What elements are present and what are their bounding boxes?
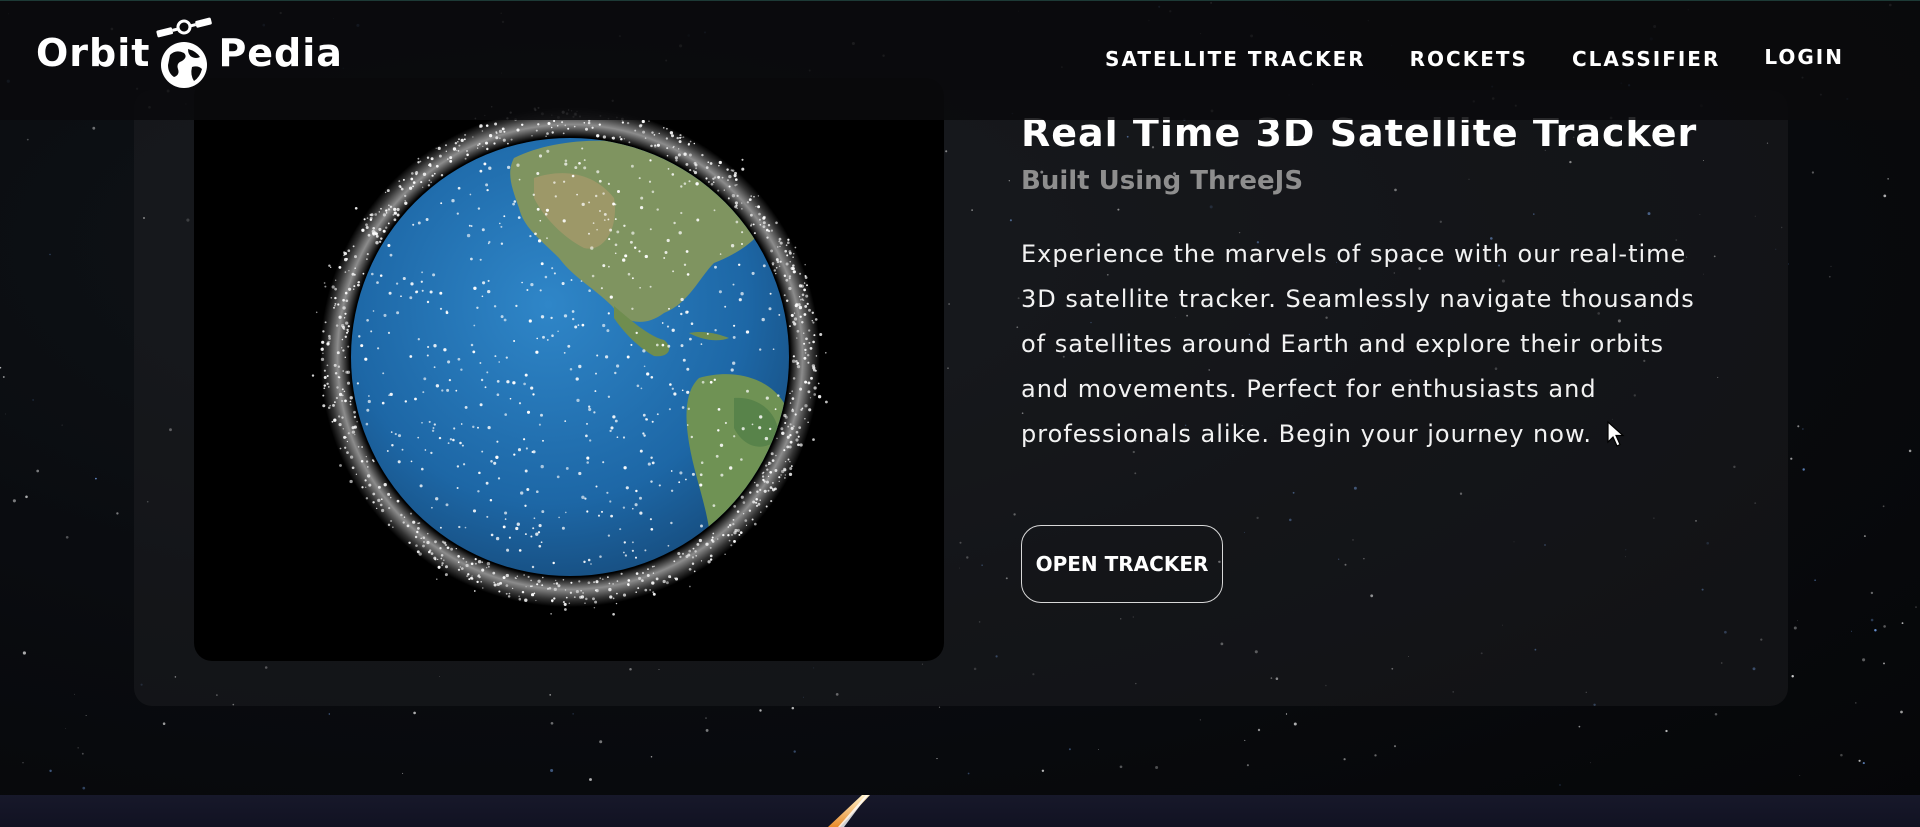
site-header: Orbit Pedia SATELLITE TRACKER ROCKETS CL… [0, 0, 1920, 120]
main-nav: SATELLITE TRACKER ROCKETS CLASSIFIER LOG… [1105, 45, 1844, 71]
nav-classifier[interactable]: CLASSIFIER [1572, 47, 1720, 71]
logo[interactable]: Orbit Pedia [36, 15, 343, 91]
earth-globe-visual [311, 99, 828, 616]
satellite-globe-icon [156, 17, 213, 88]
hero-subtitle: Built Using ThreeJS [1021, 166, 1304, 196]
nav-login[interactable]: LOGIN [1764, 45, 1844, 69]
hero-text: Real Time 3D Satellite Tracker Built Usi… [1021, 108, 1721, 603]
nav-satellite-tracker[interactable]: SATELLITE TRACKER [1105, 47, 1366, 71]
logo-text-orbit: Orbit [36, 31, 151, 75]
next-section-preview [0, 795, 1920, 827]
hero-description: Experience the marvels of space with our… [1021, 240, 1695, 448]
mouse-cursor-icon [1607, 420, 1625, 447]
page: Orbit Pedia SATELLITE TRACKER ROCKETS CL… [0, 0, 1920, 827]
open-tracker-button[interactable]: OPEN TRACKER [1021, 525, 1223, 603]
satellite-globe-view[interactable] [194, 78, 944, 661]
logo-text-pedia: Pedia [218, 31, 343, 75]
nav-rockets[interactable]: ROCKETS [1410, 47, 1528, 71]
rocket-flame-glimpse [828, 795, 870, 827]
